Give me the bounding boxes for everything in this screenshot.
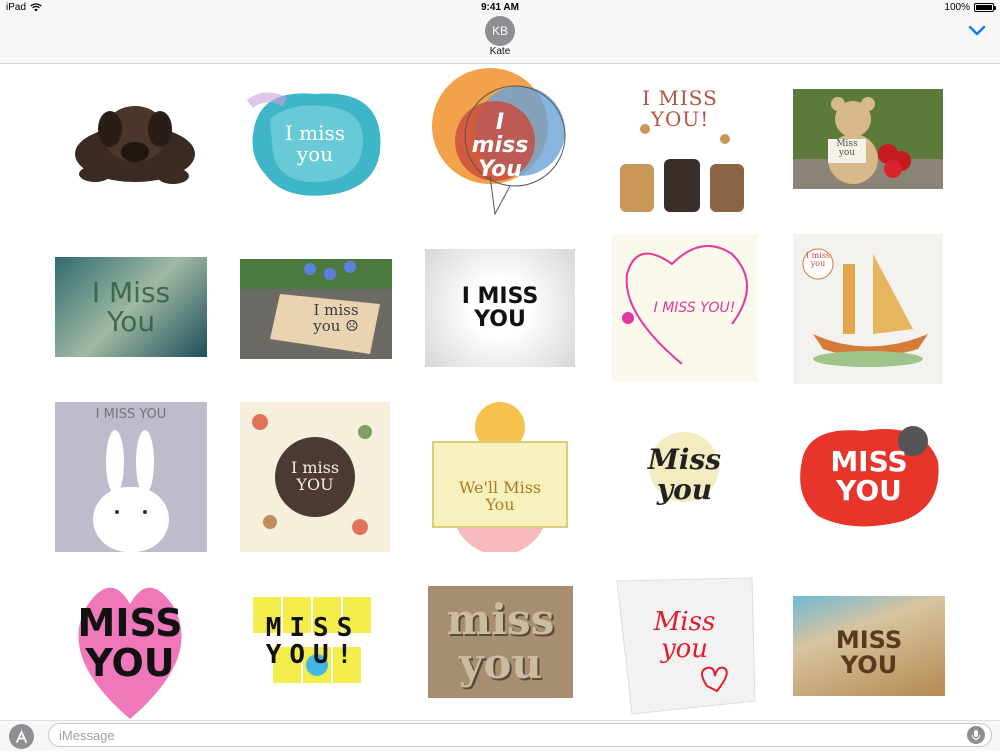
battery-fill: [976, 5, 992, 10]
sticker-i-miss-you-floral[interactable]: I miss YOU: [240, 402, 390, 552]
sticker-caption: I miss You: [471, 110, 529, 182]
sticker-i-miss-you-bubble[interactable]: I miss You: [430, 66, 570, 216]
avatar[interactable]: KB: [485, 16, 515, 46]
sticker-i-miss-you-cats[interactable]: I MISS YOU!: [610, 84, 750, 214]
sticker-caption: MISS YOU: [835, 625, 903, 679]
tiger-illustration: [432, 402, 568, 552]
sticker-caption: I MISS YOU: [461, 283, 539, 332]
sticker-miss-you-pink-heart[interactable]: MISS YOU: [70, 569, 190, 719]
sticker-caption: MISS YOU: [830, 444, 908, 507]
sticker-caption: I miss YOU: [290, 458, 340, 494]
bunny-illustration: [93, 430, 169, 552]
conversation-header: KB Kate: [0, 16, 1000, 64]
sticker-miss-you-paper-note[interactable]: Miss you: [612, 576, 757, 716]
battery-icon: [974, 3, 996, 12]
sticker-caption: Miss you: [653, 606, 716, 664]
sticker-caption: miss you: [446, 594, 555, 688]
sticker-teddy-bear[interactable]: Miss you: [793, 89, 943, 189]
sticker-caption: MISS YOU!: [265, 612, 361, 670]
sticker-miss-you-wood-type[interactable]: miss you: [428, 586, 573, 698]
sticker-miss-you-script[interactable]: Miss you: [622, 412, 747, 537]
imessage-input[interactable]: [59, 727, 949, 743]
status-right: 100%: [944, 2, 996, 13]
sticker-caption: I Miss You: [91, 275, 171, 338]
sticker-caption: Miss you: [836, 139, 858, 159]
sticker-caption: Miss you: [647, 443, 722, 506]
sticker-caption: I miss you: [805, 251, 831, 269]
sticker-i-miss-you-glass[interactable]: I Miss You: [55, 257, 207, 357]
sticker-caption: MISS YOU: [77, 601, 183, 685]
contact-name[interactable]: Kate: [0, 46, 1000, 57]
sticker-i-miss-you-ornate[interactable]: I MISS YOU: [425, 249, 575, 367]
chevron-down-icon[interactable]: [968, 24, 986, 38]
message-input-bar: [0, 720, 1000, 751]
sticker-miss-you-red-splash[interactable]: MISS YOU: [793, 416, 945, 536]
sticker-i-miss-you-heart-line[interactable]: I MISS YOU!: [612, 234, 757, 382]
sticker-caption: I MISS YOU!: [642, 86, 718, 131]
sticker-caption: I miss you ☹: [313, 301, 359, 335]
sticker-i-miss-you-tag[interactable]: I miss you ☹: [240, 259, 392, 359]
sticker-puppy[interactable]: [55, 84, 205, 194]
puppy-image: [75, 106, 195, 184]
sticker-caption: We'll Miss You: [458, 478, 542, 514]
sticker-caption: I MISS YOU!: [653, 299, 736, 316]
microphone-button[interactable]: [967, 726, 985, 744]
sticker-grid: I miss you I miss You I MISS YOU! Miss y…: [0, 64, 1000, 720]
battery-percent: 100%: [944, 2, 970, 13]
status-time: 9:41 AM: [481, 2, 519, 13]
teddy-bear-photo: [793, 97, 943, 189]
imessage-field[interactable]: [48, 723, 992, 747]
sticker-miss-you-sticky-notes[interactable]: MISS YOU!: [248, 592, 378, 692]
sticker-i-miss-you-bunny[interactable]: I MISS YOU: [55, 402, 207, 552]
app-store-icon: [16, 729, 27, 743]
sticker-caption: I MISS YOU: [95, 407, 167, 422]
microphone-icon: [972, 730, 980, 741]
sticker-i-miss-you-boat[interactable]: I miss you: [793, 234, 943, 384]
sticker-caption: I miss you: [284, 121, 346, 166]
sticker-i-miss-you-watercolor[interactable]: I miss you: [245, 84, 385, 204]
sticker-miss-you-sand[interactable]: MISS YOU: [793, 596, 945, 696]
sticker-well-miss-you-tiger[interactable]: We'll Miss You: [425, 402, 575, 552]
app-store-button[interactable]: [9, 724, 34, 749]
status-bar: iPad 9:41 AM 100%: [0, 0, 1000, 16]
